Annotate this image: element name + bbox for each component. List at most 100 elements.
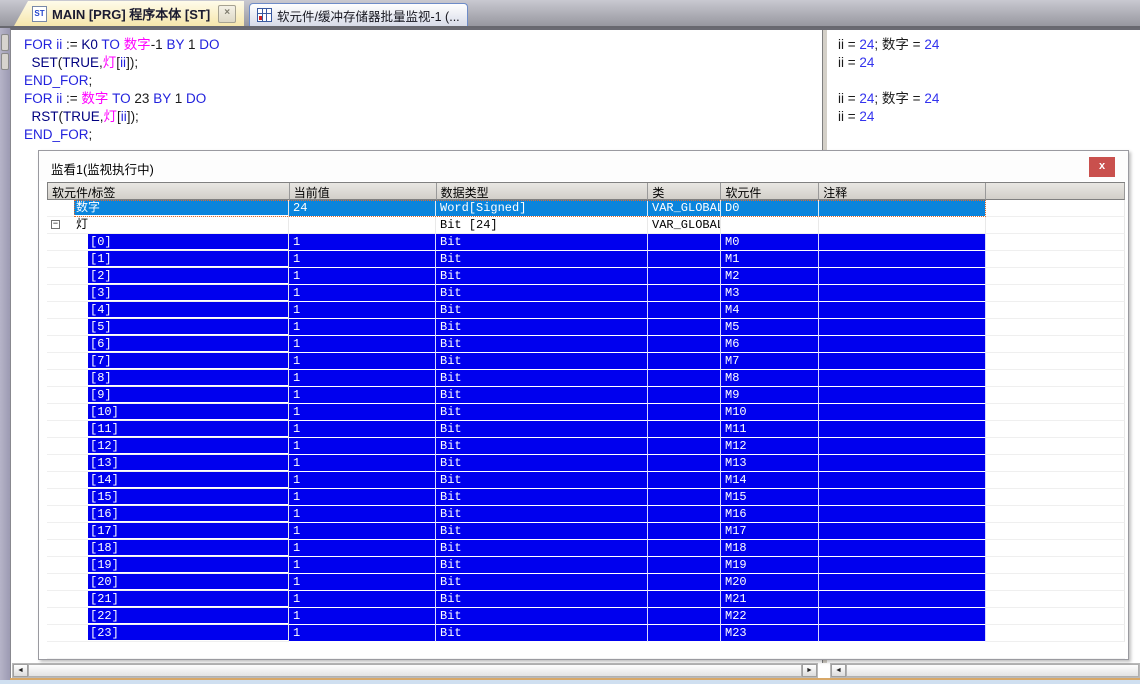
watch-cell-extra[interactable]	[986, 489, 1125, 506]
watch-cell-device[interactable]: M1	[721, 251, 819, 268]
watch-cell-comment[interactable]	[819, 387, 986, 404]
watch-cell-device[interactable]: M2	[721, 268, 819, 285]
watch-row[interactable]: [1]1BitM1	[47, 251, 1125, 268]
watch-cell-device[interactable]: M6	[721, 336, 819, 353]
watch-row[interactable]: [7]1BitM7	[47, 353, 1125, 370]
watch-cell-name[interactable]: 数字	[47, 200, 289, 217]
watch-cell-comment[interactable]	[819, 489, 986, 506]
watch-cell-extra[interactable]	[986, 200, 1125, 217]
watch-cell-data-type[interactable]: Bit	[436, 523, 648, 540]
watch-cell-name[interactable]: [23]	[47, 625, 289, 642]
watch-cell-extra[interactable]	[986, 387, 1125, 404]
watch-titlebar[interactable]: 监看1(监视执行中) x	[39, 151, 1128, 181]
watch-cell-comment[interactable]	[819, 285, 986, 302]
watch-row[interactable]: [14]1BitM14	[47, 472, 1125, 489]
watch-cell-device[interactable]: M21	[721, 591, 819, 608]
watch-row[interactable]: [12]1BitM12	[47, 438, 1125, 455]
watch-cell-class[interactable]	[648, 421, 721, 438]
watch-cell-extra[interactable]	[986, 574, 1125, 591]
watch-row[interactable]: [5]1BitM5	[47, 319, 1125, 336]
watch-cell-device[interactable]: M23	[721, 625, 819, 642]
watch-cell-data-type[interactable]: Bit	[436, 574, 648, 591]
watch-cell-class[interactable]	[648, 506, 721, 523]
watch-cell-data-type[interactable]: Bit	[436, 506, 648, 523]
watch-cell-class[interactable]	[648, 319, 721, 336]
watch-cell-device[interactable]: M3	[721, 285, 819, 302]
watch-cell-comment[interactable]	[819, 574, 986, 591]
watch-cell-class[interactable]	[648, 489, 721, 506]
watch-cell-class[interactable]	[648, 608, 721, 625]
watch-cell-comment[interactable]	[819, 370, 986, 387]
watch-cell-device[interactable]: M12	[721, 438, 819, 455]
watch-cell-comment[interactable]	[819, 625, 986, 642]
watch-cell-current-value[interactable]: 1	[289, 234, 436, 251]
watch-cell-current-value[interactable]: 1	[289, 302, 436, 319]
watch-cell-class[interactable]	[648, 370, 721, 387]
watch-cell-extra[interactable]	[986, 234, 1125, 251]
watch-cell-current-value[interactable]: 1	[289, 557, 436, 574]
watch-col-header[interactable]: 软元件/标签	[48, 183, 290, 200]
watch-cell-current-value[interactable]: 1	[289, 472, 436, 489]
watch-cell-name[interactable]: [0]	[47, 234, 289, 251]
watch-row[interactable]: [19]1BitM19	[47, 557, 1125, 574]
code-pane-hscrollbar[interactable]: ◄ ►	[12, 663, 818, 678]
watch-cell-comment[interactable]	[819, 523, 986, 540]
watch-row[interactable]: [11]1BitM11	[47, 421, 1125, 438]
watch-cell-comment[interactable]	[819, 302, 986, 319]
watch-col-header[interactable]: 类	[648, 183, 721, 200]
watch-row[interactable]: [16]1BitM16	[47, 506, 1125, 523]
watch-cell-extra[interactable]	[986, 472, 1125, 489]
watch-cell-current-value[interactable]: 1	[289, 353, 436, 370]
watch-cell-extra[interactable]	[986, 404, 1125, 421]
watch-cell-extra[interactable]	[986, 421, 1125, 438]
watch-cell-data-type[interactable]: Bit	[436, 404, 648, 421]
watch-cell-class[interactable]	[648, 285, 721, 302]
watch-cell-device[interactable]: M5	[721, 319, 819, 336]
watch-row[interactable]: [9]1BitM9	[47, 387, 1125, 404]
watch-col-header[interactable]: 注释	[819, 183, 986, 200]
watch-cell-class[interactable]	[648, 438, 721, 455]
watch-row[interactable]: [8]1BitM8	[47, 370, 1125, 387]
watch-cell-current-value[interactable]: 1	[289, 591, 436, 608]
watch-cell-class[interactable]	[648, 353, 721, 370]
watch-cell-extra[interactable]	[986, 370, 1125, 387]
watch-cell-class[interactable]	[648, 557, 721, 574]
watch-cell-data-type[interactable]: Bit	[436, 302, 648, 319]
watch-row[interactable]: [15]1BitM15	[47, 489, 1125, 506]
dock-handle[interactable]	[1, 53, 9, 70]
tab-main-prg-st[interactable]: ST MAIN [PRG] 程序本体 [ST] ×	[14, 1, 244, 26]
watch-cell-name[interactable]: [8]	[47, 370, 289, 387]
watch-cell-data-type[interactable]: Bit	[436, 438, 648, 455]
watch-cell-extra[interactable]	[986, 455, 1125, 472]
watch-cell-current-value[interactable]: 1	[289, 285, 436, 302]
watch-cell-current-value[interactable]: 1	[289, 421, 436, 438]
watch-cell-data-type[interactable]: Word[Signed]	[436, 200, 648, 217]
watch-cell-device[interactable]: M22	[721, 608, 819, 625]
watch-close-button[interactable]: x	[1089, 157, 1115, 177]
watch-cell-extra[interactable]	[986, 251, 1125, 268]
watch-row[interactable]: [4]1BitM4	[47, 302, 1125, 319]
watch-cell-comment[interactable]	[819, 353, 986, 370]
tab-device-batch-monitor[interactable]: 软元件/缓冲存储器批量监视-1 (...	[249, 3, 468, 26]
watch-col-header[interactable]: 数据类型	[437, 183, 649, 200]
collapse-minus-icon[interactable]: −	[51, 220, 60, 229]
watch-cell-comment[interactable]	[819, 404, 986, 421]
watch-cell-data-type[interactable]: Bit	[436, 336, 648, 353]
watch-cell-current-value[interactable]: 1	[289, 268, 436, 285]
watch-cell-extra[interactable]	[986, 506, 1125, 523]
watch-cell-extra[interactable]	[986, 523, 1125, 540]
watch-cell-comment[interactable]	[819, 251, 986, 268]
watch-cell-comment[interactable]	[819, 557, 986, 574]
watch-cell-name[interactable]: [1]	[47, 251, 289, 268]
watch-row[interactable]: [18]1BitM18	[47, 540, 1125, 557]
watch-cell-data-type[interactable]: Bit	[436, 353, 648, 370]
watch-cell-comment[interactable]	[819, 336, 986, 353]
watch-cell-name[interactable]: [13]	[47, 455, 289, 472]
watch-row[interactable]: 数字24Word[Signed]VAR_GLOBALD0	[47, 200, 1125, 217]
watch-cell-device[interactable]: M9	[721, 387, 819, 404]
watch-cell-name[interactable]: [4]	[47, 302, 289, 319]
watch-row[interactable]: [20]1BitM20	[47, 574, 1125, 591]
watch-cell-device[interactable]: M18	[721, 540, 819, 557]
watch-cell-comment[interactable]	[819, 421, 986, 438]
watch-cell-extra[interactable]	[986, 540, 1125, 557]
